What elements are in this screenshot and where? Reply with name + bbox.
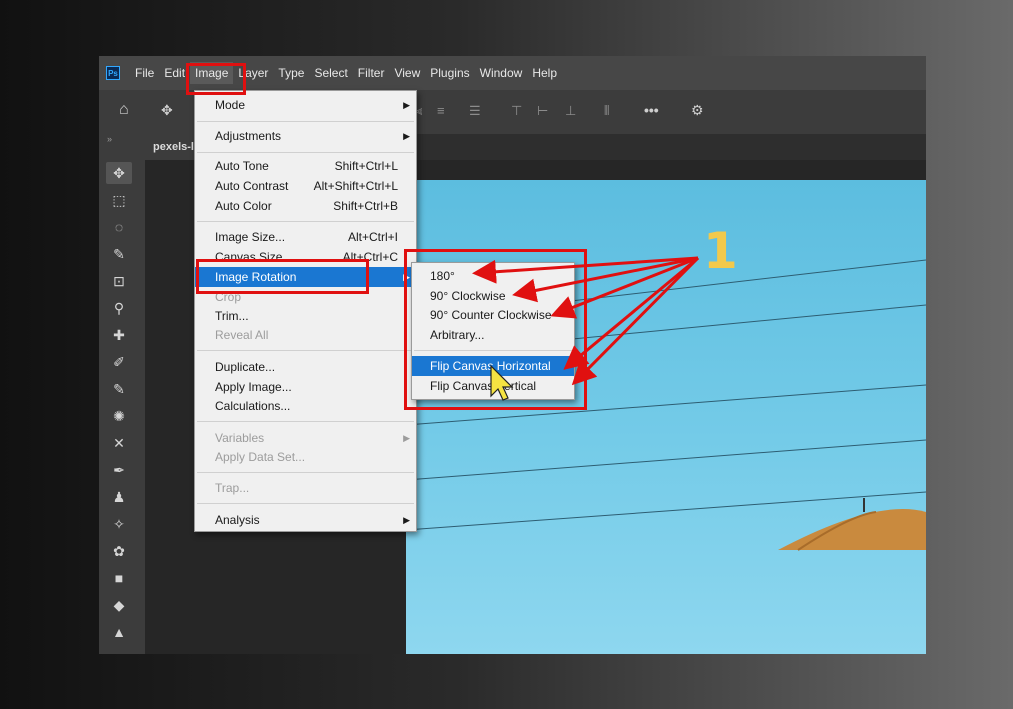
- annotation-arrows: [472, 256, 700, 401]
- arrow-to-flip-vertical: [571, 256, 700, 386]
- arrow-to-flip-horizontal: [563, 256, 699, 370]
- cursor-icon: [490, 364, 514, 401]
- annotation-number: 1: [703, 222, 738, 280]
